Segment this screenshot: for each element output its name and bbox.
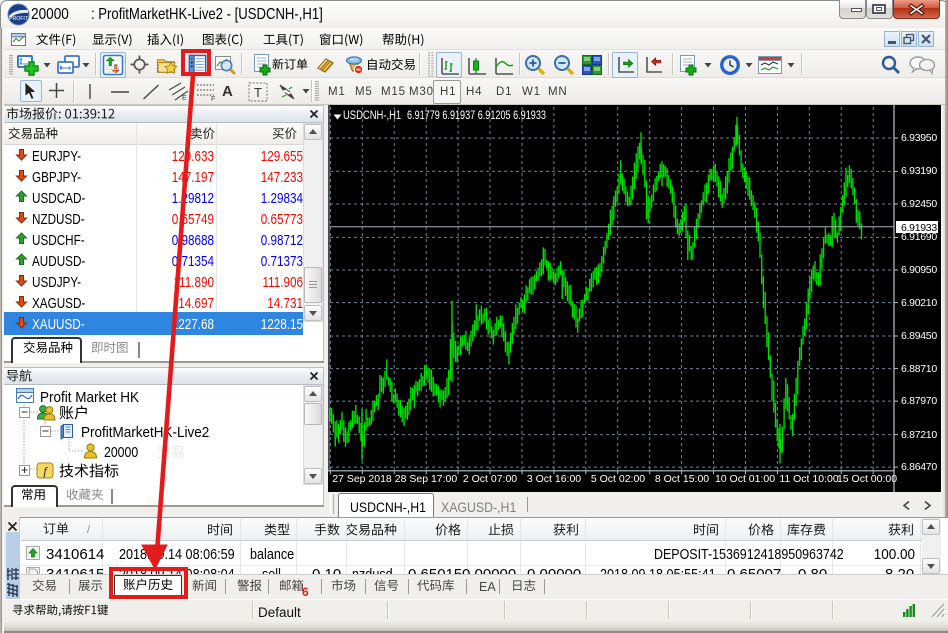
svg-text:T: T	[254, 85, 262, 100]
svg-text:F: F	[211, 96, 215, 102]
svg-text:PROFIT: PROFIT	[9, 16, 29, 22]
